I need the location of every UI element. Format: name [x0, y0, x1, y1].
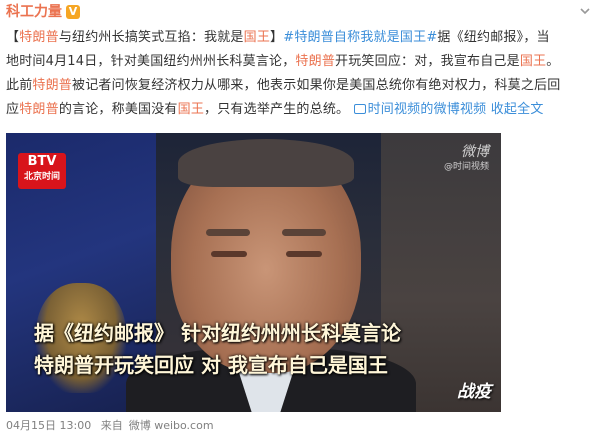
- watermark-brand: 微博: [461, 144, 489, 160]
- speaker-brow: [282, 229, 326, 236]
- keyword-link[interactable]: 特朗普: [19, 102, 59, 117]
- source-prefix: 来自: [100, 419, 123, 432]
- video-icon: [353, 104, 366, 114]
- keyword-link[interactable]: 特朗普: [32, 78, 72, 93]
- video-link-label: 时间视频的微博视频: [367, 102, 487, 117]
- speaker-eye: [286, 251, 322, 257]
- keyword-link[interactable]: 特朗普: [19, 30, 59, 45]
- post-header: 科工力量 V: [6, 2, 80, 22]
- text-segment: 的言论，称美国没有: [58, 102, 178, 117]
- btv-logo: BTV 北京时间: [18, 153, 66, 189]
- post-line: 应特朗普的言论，称美国没有国王，只有选举产生的总统。 时间视频的微博视频 收起全…: [6, 98, 594, 122]
- text-segment: 此前: [6, 78, 33, 93]
- post-line: 地时间4月14日，针对美国纽约州州长科莫言论，特朗普开玩笑回应：对，我宣布自己是…: [6, 50, 594, 74]
- text-segment: 地时间4月14日，针对美国纽约州州长科莫言论，: [6, 54, 296, 69]
- source-link[interactable]: 微博 weibo.com: [129, 419, 214, 432]
- keyword-link[interactable]: 国王: [244, 30, 270, 45]
- logo-text: BTV: [27, 154, 57, 169]
- text-segment: 。: [546, 54, 560, 69]
- post-meta: 04月15日 13:00 来自 微博 weibo.com: [6, 418, 220, 434]
- weibo-watermark: 微博 @时间视频: [444, 143, 489, 173]
- text-segment: 据《纽约邮报》，当: [437, 30, 550, 45]
- video-link[interactable]: 时间视频的微博视频: [353, 102, 487, 117]
- logo-subtext: 北京时间: [23, 172, 60, 182]
- text-segment: 】: [270, 30, 284, 45]
- speaker-eye: [211, 251, 247, 257]
- post-timestamp[interactable]: 04月15日 13:00: [6, 419, 91, 432]
- post-line: 【特朗普与纽约州长搞笑式互掐：我就是国王】#特朗普自称我就是国王#据《纽约邮报》…: [6, 26, 594, 50]
- text-segment: 被记者问恢复经济权力从哪来，他表示如果你是美国总统你有绝对权力，科莫之后回: [72, 78, 561, 93]
- keyword-link[interactable]: 特朗普: [295, 54, 335, 69]
- video-subtitle: 据《纽约邮报》 针对纽约州州长科莫言论: [34, 321, 401, 345]
- text-segment: ，只有选举产生的总统。: [204, 102, 350, 117]
- collapse-button[interactable]: 收起全文: [491, 102, 544, 117]
- post-text: 【特朗普与纽约州长搞笑式互掐：我就是国王】#特朗普自称我就是国王#据《纽约邮报》…: [6, 26, 594, 122]
- keyword-link[interactable]: 国王: [178, 102, 204, 117]
- watermark-handle: @时间视频: [443, 162, 489, 172]
- speaker-hair: [178, 139, 354, 187]
- topic-hashtag-link[interactable]: #特朗普自称我就是国王#: [283, 30, 437, 45]
- text-segment: 【: [6, 30, 20, 45]
- verified-badge-icon: V: [66, 5, 80, 19]
- corner-brand-logo: 战疫: [457, 382, 491, 402]
- text-segment: 开玩笑回应：对，我宣布自己是: [335, 54, 520, 69]
- author-name[interactable]: 科工力量: [6, 2, 62, 22]
- post-line: 此前特朗普被记者问恢复经济权力从哪来，他表示如果你是美国总统你有绝对权力，科莫之…: [6, 74, 594, 98]
- video-subtitle: 特朗普开玩笑回应 对 我宣布自己是国王: [34, 353, 388, 377]
- speaker-brow: [206, 229, 250, 236]
- text-segment: 应: [6, 102, 20, 117]
- chevron-down-icon[interactable]: [578, 4, 592, 18]
- keyword-link[interactable]: 国王: [520, 54, 546, 69]
- text-segment: 与纽约州长搞笑式互掐：我就是: [58, 30, 244, 45]
- video-player[interactable]: BTV 北京时间 微博 @时间视频 据《纽约邮报》 针对纽约州州长科莫言论 特朗…: [6, 133, 501, 412]
